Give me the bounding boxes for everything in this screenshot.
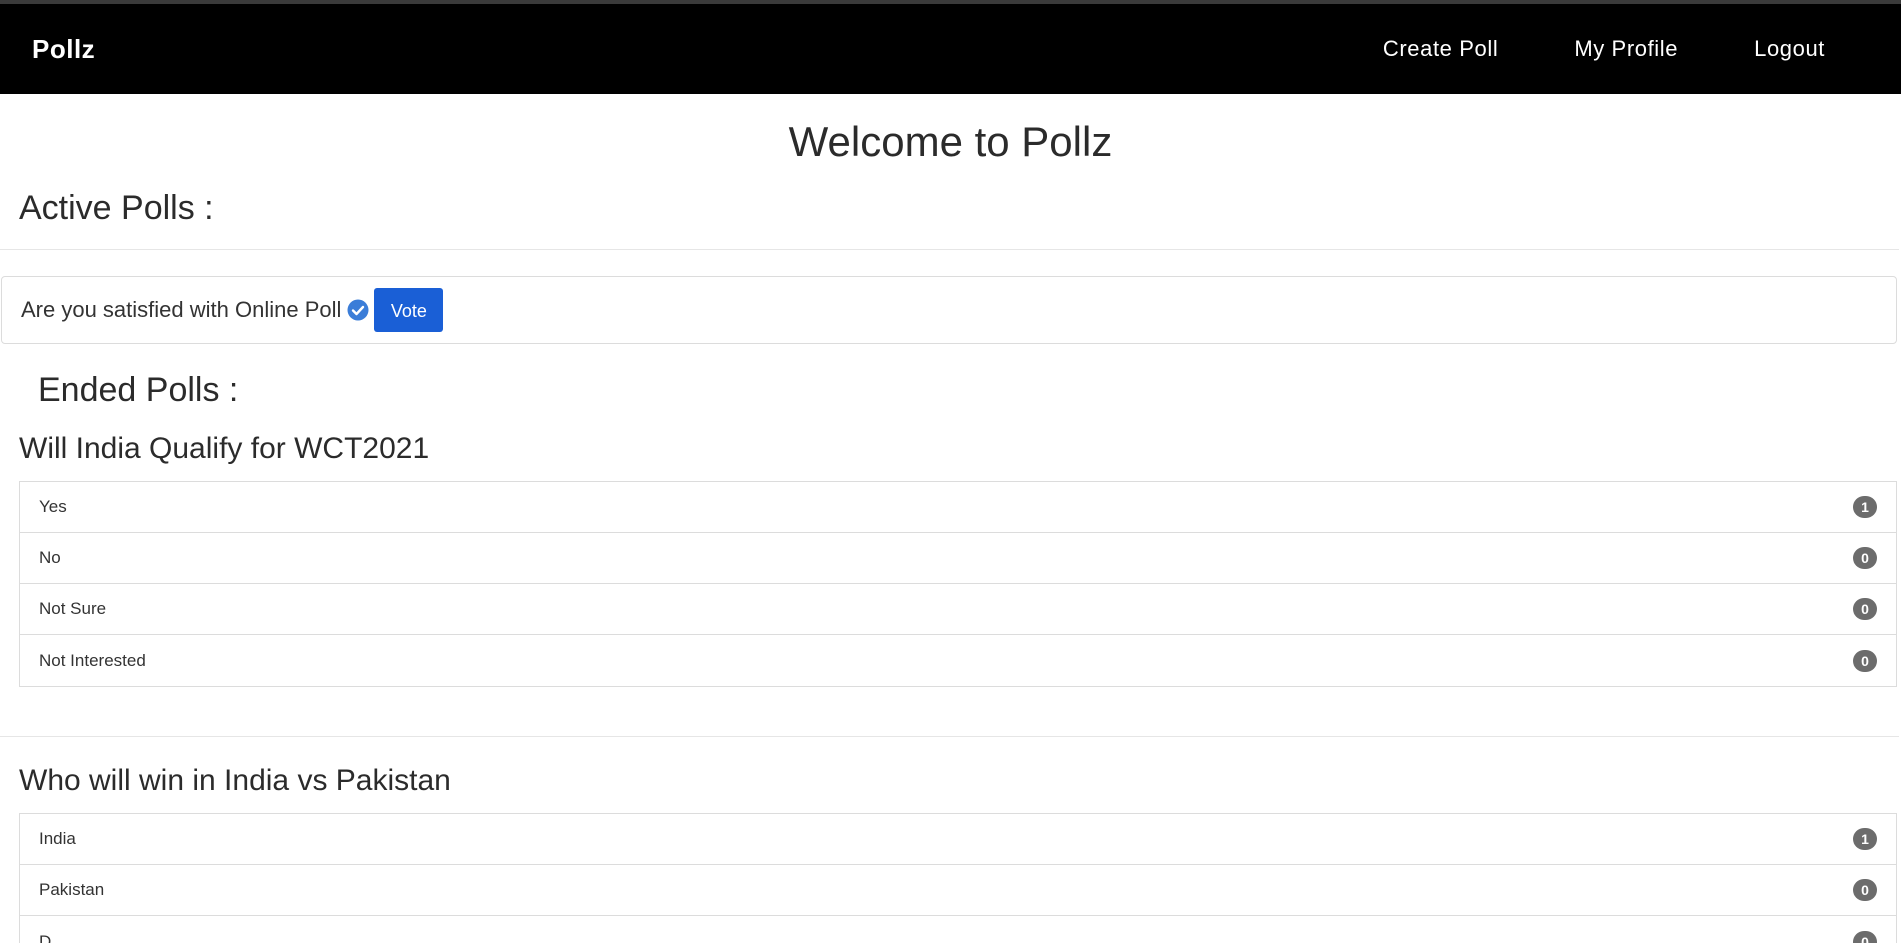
ended-polls-heading: Ended Polls : <box>38 371 239 409</box>
list-item: Pakistan 0 <box>20 865 1896 916</box>
divider <box>0 249 1899 250</box>
nav-links: Create Poll My Profile Logout <box>1307 36 1869 62</box>
check-circle-icon <box>347 299 369 321</box>
divider <box>0 736 1899 737</box>
ended-poll-question: Will India Qualify for WCT2021 <box>19 432 430 465</box>
active-poll-card: Are you satisfied with Online Poll Vote <box>1 276 1897 344</box>
list-item: Not Sure 0 <box>20 584 1896 635</box>
page: Pollz Create Poll My Profile Logout Welc… <box>0 0 1901 943</box>
option-label: India <box>39 829 76 848</box>
option-label: D... <box>39 931 66 943</box>
vote-count-badge: 0 <box>1853 879 1877 901</box>
list-item: Yes 1 <box>20 482 1896 533</box>
vote-count-badge: 0 <box>1853 547 1877 569</box>
nav-logout[interactable]: Logout <box>1754 36 1825 62</box>
brand-logo[interactable]: Pollz <box>32 34 95 65</box>
option-label: No <box>39 548 61 567</box>
active-poll-question: Are you satisfied with Online Poll <box>21 297 342 322</box>
list-item: Not Interested 0 <box>20 635 1896 686</box>
nav-my-profile[interactable]: My Profile <box>1574 36 1678 62</box>
option-label: Yes <box>39 497 67 516</box>
list-item: D... 0 <box>20 916 1896 943</box>
poll-results-list: India 1 Pakistan 0 D... 0 <box>19 813 1897 943</box>
vote-count-badge: 1 <box>1853 828 1877 850</box>
option-label: Not Interested <box>39 650 146 670</box>
vote-count-badge: 0 <box>1853 598 1877 620</box>
option-label: Pakistan <box>39 880 105 899</box>
list-item: No 0 <box>20 533 1896 584</box>
vote-count-badge: 1 <box>1853 496 1877 518</box>
option-label: Not Sure <box>39 599 107 618</box>
vote-count-badge: 0 <box>1853 649 1877 672</box>
navbar: Pollz Create Poll My Profile Logout <box>0 4 1901 94</box>
list-item: India 1 <box>20 814 1896 865</box>
ended-poll-question: Who will win in India vs Pakistan <box>19 764 451 797</box>
vote-button[interactable]: Vote <box>374 288 444 332</box>
main-content: Welcome to Pollz Active Polls : Are you … <box>0 118 1901 943</box>
vote-count-badge: 0 <box>1853 930 1877 943</box>
nav-create-poll[interactable]: Create Poll <box>1383 36 1498 62</box>
active-polls-heading: Active Polls : <box>19 189 214 227</box>
page-title: Welcome to Pollz <box>788 118 1113 165</box>
poll-results-list: Yes 1 No 0 Not Sure 0 Not Interested 0 <box>19 481 1897 687</box>
